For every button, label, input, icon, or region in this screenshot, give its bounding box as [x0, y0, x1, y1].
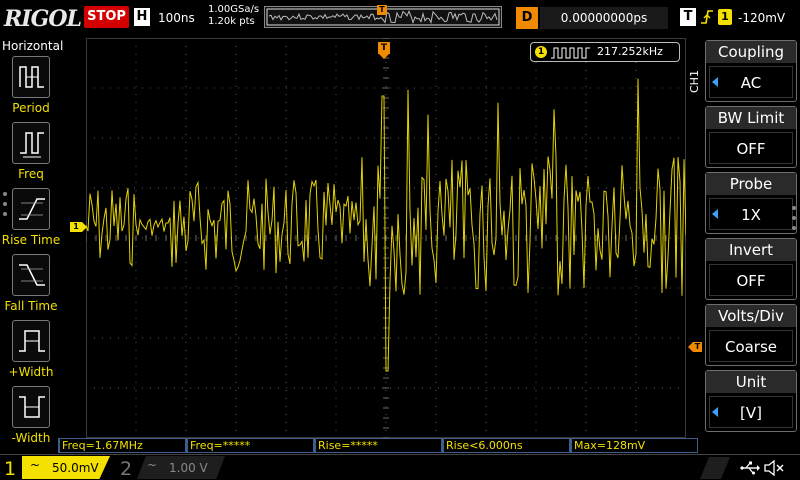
measure-fall-time-label: Fall Time: [4, 299, 58, 313]
measure-freq-item[interactable]: Freq: [0, 122, 62, 186]
ch1-coupling-icon: ~: [30, 458, 41, 472]
invert-title: Invert: [706, 239, 796, 261]
frequency-counter: 1 217.252kHz: [530, 42, 680, 62]
unit-value[interactable]: [V]: [709, 396, 793, 428]
measure-period-button[interactable]: [12, 56, 50, 98]
bw-limit-menu-item[interactable]: BW Limit OFF: [705, 106, 797, 168]
channel-tab-ch1[interactable]: CH1: [688, 68, 702, 96]
rising-edge-trigger-icon: [701, 10, 713, 24]
measure-negative-width-label: -Width: [11, 431, 51, 445]
right-menu-page-dots: [792, 206, 798, 236]
horizontal-delay-value[interactable]: 0.00000000ps: [540, 7, 668, 29]
bw-limit-title: BW Limit: [706, 107, 796, 129]
trigger-position-marker: T: [377, 5, 387, 15]
fall-time-icon: [19, 264, 45, 286]
rigol-logo: RIGOL: [4, 6, 82, 32]
menu-page-dots: [3, 192, 9, 222]
measure-rise-time-button[interactable]: [12, 188, 50, 230]
trigger-badge: T: [680, 8, 696, 26]
frequency-icon: [20, 132, 44, 158]
memory-depth: 1.20k pts: [208, 16, 255, 27]
rise-time-icon: [19, 198, 45, 220]
mute-icon[interactable]: [764, 460, 784, 476]
knob-indicator-icon: [712, 209, 718, 219]
ch1-waveform-trace: [86, 78, 686, 372]
volts-div-title: Volts/Div: [706, 305, 796, 327]
channel-menu-panel: Coupling AC BW Limit OFF Probe 1X Invert…: [702, 38, 800, 440]
ch1-status[interactable]: ~ 50.0mV: [22, 456, 110, 479]
probe-menu-item[interactable]: Probe 1X: [705, 172, 797, 234]
waveform-display[interactable]: T 1 217.252kHz: [86, 38, 686, 438]
coupling-menu-item[interactable]: Coupling AC: [705, 40, 797, 102]
coupling-title: Coupling: [706, 41, 796, 63]
measure-freq-label: Freq: [18, 167, 44, 181]
measure-negative-width-button[interactable]: [12, 386, 50, 428]
waveform-graticule: [86, 38, 686, 438]
counter-channel-badge: 1: [535, 46, 547, 58]
top-status-bar: RIGOL STOP H 100ns 1.00GSa/s 1.20k pts T…: [0, 0, 800, 38]
trigger-time-marker[interactable]: T: [378, 42, 390, 54]
knob-indicator-icon: [712, 77, 718, 87]
unit-menu-item[interactable]: Unit [V]: [705, 370, 797, 432]
measure-period-label: Period: [12, 101, 50, 115]
acquisition-info: 1.00GSa/s 1.20k pts: [208, 4, 259, 28]
measure-positive-width-label: +Width: [8, 365, 54, 379]
measure-fall-time-button[interactable]: [12, 254, 50, 296]
ch2-vertical-scale: 1.00 V: [169, 461, 208, 475]
counter-value: 217.252kHz: [597, 45, 663, 58]
ch2-coupling-icon: ~: [147, 458, 158, 472]
probe-value[interactable]: 1X: [709, 198, 793, 230]
bw-limit-value[interactable]: OFF: [709, 132, 793, 164]
volts-div-menu-item[interactable]: Volts/Div Coarse: [705, 304, 797, 366]
measure-period-item[interactable]: Period: [0, 56, 62, 120]
trigger-level-value[interactable]: -120mV: [738, 11, 785, 25]
memory-overview-bar: T: [264, 5, 502, 28]
measure-negative-width-item[interactable]: -Width: [0, 386, 62, 450]
measure-rise-time-item[interactable]: Rise Time: [0, 188, 62, 252]
measure-menu-panel: Horizontal Period Freq Rise Time Fall Ti…: [0, 38, 64, 445]
ch2-status[interactable]: ~ 1.00 V: [137, 456, 225, 479]
knob-indicator-icon: [712, 407, 718, 417]
measure-rise-time-label: Rise Time: [1, 233, 61, 247]
measure-category-title: Horizontal: [2, 39, 64, 53]
trigger-time-marker-arrow: [379, 54, 389, 59]
measurement-result[interactable]: Rise=*****: [314, 438, 442, 453]
invert-value[interactable]: OFF: [709, 264, 793, 296]
trigger-source-badge: 1: [718, 9, 732, 25]
measurement-result[interactable]: Freq=1.67MHz: [58, 438, 186, 453]
measurement-result[interactable]: Freq=*****: [186, 438, 314, 453]
measure-fall-time-item[interactable]: Fall Time: [0, 254, 62, 318]
ch1-number[interactable]: 1: [4, 458, 16, 480]
usb-icon: [740, 461, 760, 475]
positive-width-icon: [19, 330, 45, 352]
channel-status-bar: 1 ~ 50.0mV 2 ~ 1.00 V: [0, 454, 800, 480]
ch1-offset-marker-arrow: [82, 222, 87, 232]
ch1-vertical-scale: 50.0mV: [52, 461, 99, 475]
measurement-result[interactable]: Max=128mV: [570, 438, 698, 453]
measure-positive-width-item[interactable]: +Width: [0, 320, 62, 384]
delay-badge: D: [516, 7, 538, 29]
probe-title: Probe: [706, 173, 796, 195]
measurement-result[interactable]: Rise<6.000ns: [442, 438, 570, 453]
measure-positive-width-button[interactable]: [12, 320, 50, 362]
status-divider: [700, 457, 730, 479]
square-wave-icon: [551, 47, 590, 59]
trigger-level-marker-tag: T: [693, 342, 702, 352]
unit-title: Unit: [706, 371, 796, 393]
invert-menu-item[interactable]: Invert OFF: [705, 238, 797, 300]
measurement-results-bar: Freq=1.67MHz Freq=***** Rise=***** Rise<…: [58, 438, 698, 454]
timebase-value[interactable]: 100ns: [158, 11, 195, 25]
ch1-offset-marker[interactable]: 1: [70, 222, 82, 232]
ch2-number[interactable]: 2: [120, 458, 132, 480]
negative-width-icon: [19, 396, 45, 418]
volts-div-value[interactable]: Coarse: [709, 330, 793, 362]
horizontal-badge: H: [134, 8, 150, 26]
run-stop-button[interactable]: STOP: [84, 6, 129, 28]
sample-rate: 1.00GSa/s: [208, 4, 260, 15]
measure-freq-button[interactable]: [12, 122, 50, 164]
period-icon: [19, 66, 44, 88]
coupling-value[interactable]: AC: [709, 66, 793, 98]
